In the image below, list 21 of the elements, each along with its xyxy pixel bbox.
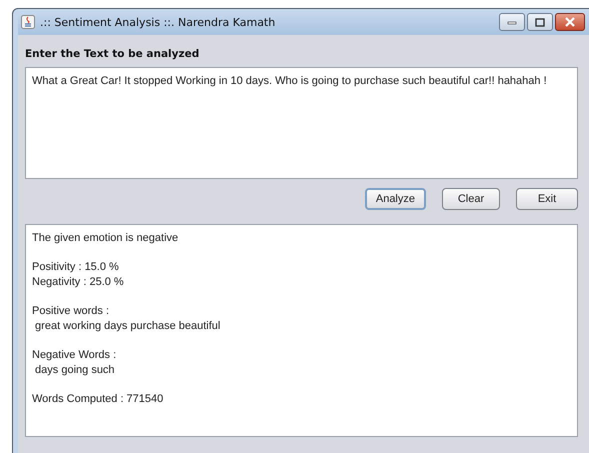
output-line: Negativity : 25.0 % — [32, 275, 125, 290]
action-button[interactable]: Clear — [442, 188, 500, 210]
minimize-button[interactable] — [499, 13, 525, 31]
input-field[interactable]: What a Great Car! It stopped Working in 10 days. Who is going to purchase such beautiful car!! hahahah ! — [25, 67, 578, 179]
action-button[interactable]: Analyze — [364, 188, 426, 210]
output-line: days going such — [34, 363, 116, 378]
maximize-button[interactable] — [527, 13, 553, 31]
close-button[interactable] — [555, 13, 585, 31]
action-button[interactable]: Exit — [516, 188, 578, 210]
output-line: Negative Words : — [32, 348, 118, 363]
input-label: Enter the Text to be analyzed — [25, 48, 200, 60]
close-icon — [564, 17, 576, 27]
window-title: .:: Sentiment Analysis ::. Narendra Kamath — [40, 16, 276, 28]
output-line: Positivity : 15.0 % — [32, 260, 120, 275]
output-line: Positive words : — [32, 304, 110, 319]
output-line: The given emotion is negative — [32, 231, 180, 246]
output-line: Words Computed : 771540 — [32, 392, 164, 407]
output-line: great working days purchase beautiful — [34, 319, 222, 334]
minimize-icon — [507, 19, 517, 25]
maximize-icon — [535, 18, 545, 26]
app-icon — [21, 15, 35, 29]
